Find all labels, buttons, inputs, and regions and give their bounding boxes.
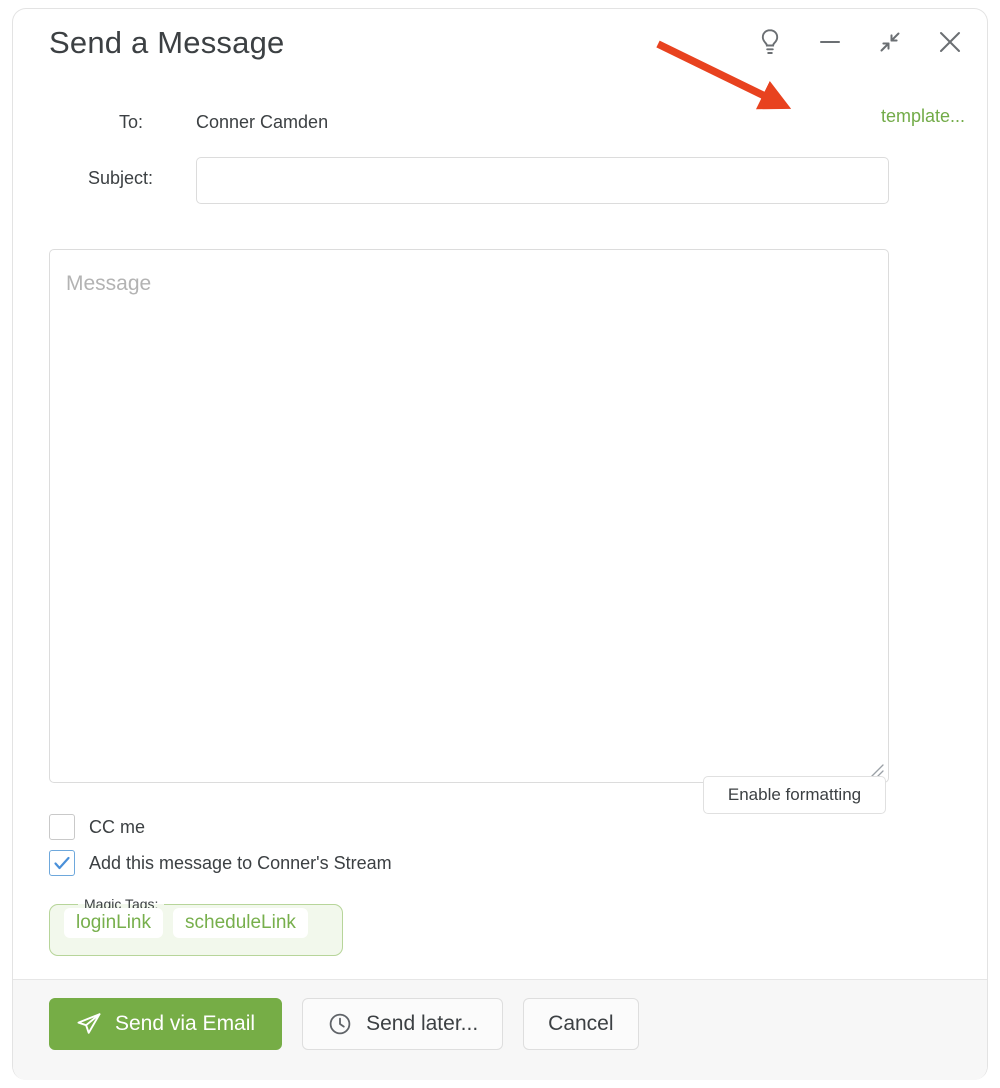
magic-tag-schedulelink[interactable]: scheduleLink xyxy=(173,908,308,938)
cancel-label: Cancel xyxy=(548,1012,614,1035)
template-link[interactable]: template... xyxy=(881,106,965,127)
window-controls xyxy=(753,25,967,59)
subject-label: Subject: xyxy=(87,168,153,188)
page-title: Send a Message xyxy=(49,25,285,60)
magic-tag-loginlink[interactable]: loginLink xyxy=(64,908,163,938)
message-area-wrapper xyxy=(49,249,889,783)
enable-formatting-button[interactable]: Enable formatting xyxy=(703,776,886,814)
window-footer: Send via Email Send later... Cancel xyxy=(13,979,987,1080)
subject-input[interactable] xyxy=(196,157,889,204)
message-input[interactable] xyxy=(49,249,889,783)
clock-icon xyxy=(329,1013,351,1035)
add-to-stream-label: Add this message to Conner's Stream xyxy=(89,852,392,873)
checkmark-icon xyxy=(54,856,70,870)
paper-plane-icon xyxy=(77,1013,101,1034)
magic-tags-list: loginLink scheduleLink xyxy=(64,908,342,938)
lightbulb-icon[interactable] xyxy=(753,25,787,59)
collapse-icon[interactable] xyxy=(873,25,907,59)
magic-tags-fieldset: Magic Tags: loginLink scheduleLink xyxy=(49,896,343,956)
to-label: To: xyxy=(118,112,143,132)
to-value: Conner Camden xyxy=(196,112,329,132)
footer-button-group: Send via Email Send later... Cancel xyxy=(49,998,639,1050)
cc-me-checkbox-row[interactable]: CC me xyxy=(49,814,145,840)
cc-me-label: CC me xyxy=(89,816,146,837)
cc-me-checkbox[interactable] xyxy=(49,814,75,840)
close-icon[interactable] xyxy=(933,25,967,59)
send-via-email-label: Send via Email xyxy=(115,1012,256,1035)
add-to-stream-checkbox[interactable] xyxy=(49,850,75,876)
send-later-button[interactable]: Send later... xyxy=(302,998,504,1050)
send-later-label: Send later... xyxy=(366,1012,479,1035)
to-row: To: Conner Camden xyxy=(13,109,987,143)
screenshot-root: Send a Message To: Conner Camden templat… xyxy=(0,0,1000,1088)
minimize-icon[interactable] xyxy=(813,25,847,59)
send-message-window: Send a Message To: Conner Camden templat… xyxy=(12,8,988,1080)
send-via-email-button[interactable]: Send via Email xyxy=(49,998,283,1050)
cancel-button[interactable]: Cancel xyxy=(523,998,639,1050)
add-to-stream-checkbox-row[interactable]: Add this message to Conner's Stream xyxy=(49,850,392,876)
subject-row: Subject: xyxy=(13,149,987,205)
window-titlebar: Send a Message xyxy=(13,9,987,85)
